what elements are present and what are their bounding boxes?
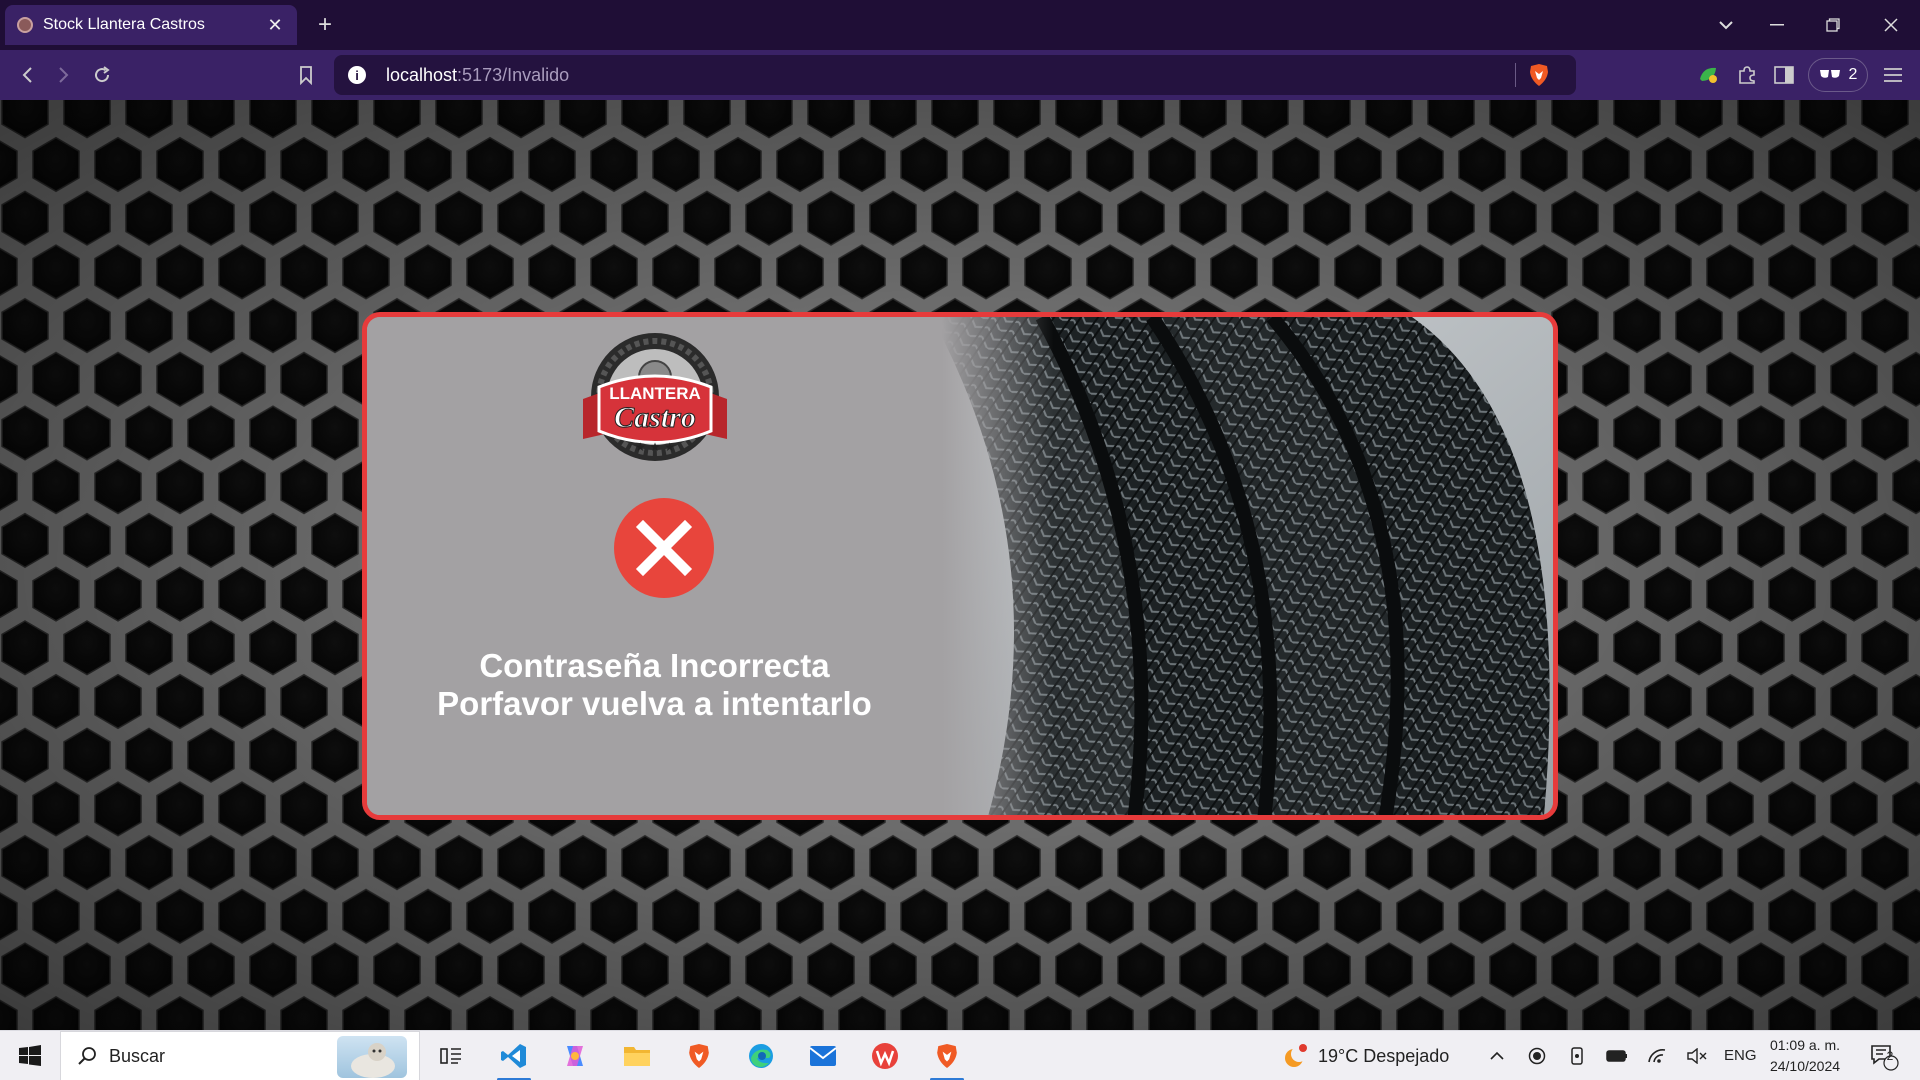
address-bar[interactable]: i localhost:5173/Invalido	[334, 55, 1576, 95]
menu-hamburger-icon[interactable]	[1878, 60, 1908, 90]
notification-center-icon[interactable]: 2	[1864, 1031, 1904, 1080]
clock-time: 01:09 a. m.	[1769, 1037, 1841, 1053]
edge-taskbar-icon[interactable]	[736, 1031, 786, 1080]
tab-search-chevron-icon[interactable]	[1711, 10, 1741, 40]
copilot-taskbar-icon[interactable]	[550, 1031, 600, 1080]
extension-leaf-icon[interactable]	[1693, 60, 1723, 90]
error-x-icon	[614, 498, 714, 598]
bookmark-icon[interactable]	[291, 60, 321, 90]
brave-taskbar-icon[interactable]	[674, 1031, 724, 1080]
wifi-icon[interactable]	[1642, 1031, 1672, 1080]
url-host: localhost	[386, 64, 458, 85]
error-message: Contraseña Incorrecta Porfavor vuelva a …	[367, 647, 942, 723]
llantera-castro-logo: LLANTERA Castro ★ ★ ★	[583, 333, 727, 461]
clock-date: 24/10/2024	[1769, 1058, 1841, 1074]
address-divider	[1515, 63, 1516, 87]
forward-arrow-icon[interactable]	[49, 60, 79, 90]
back-arrow-icon[interactable]	[12, 60, 42, 90]
error-panel: LLANTERA Castro ★ ★ ★ Contraseña Incorre…	[367, 317, 942, 815]
brave-active-taskbar-icon[interactable]	[922, 1031, 972, 1080]
browser-tab-bar: Stock Llantera Castros ✕ +	[0, 0, 1920, 50]
wallet-glasses-icon	[1819, 66, 1841, 84]
svg-text:★ ★ ★: ★ ★ ★	[635, 440, 675, 454]
weather-sun-moon-icon	[1282, 1042, 1310, 1070]
new-tab-plus-icon[interactable]: +	[312, 11, 338, 38]
windows-taskbar: Buscar 19°C Despejado ENG 01:09 a. m. 24…	[0, 1030, 1920, 1080]
error-message-title: Contraseña Incorrecta	[479, 647, 830, 684]
logo-main-text: Castro	[614, 401, 696, 434]
volume-muted-icon[interactable]	[1682, 1031, 1712, 1080]
brave-shields-icon[interactable]	[1528, 63, 1550, 87]
wallet-button[interactable]: 2	[1808, 58, 1868, 92]
file-explorer-taskbar-icon[interactable]	[612, 1031, 662, 1080]
minimize-icon[interactable]	[1762, 10, 1792, 40]
wallet-badge-count: 2	[1848, 66, 1858, 83]
wps-office-taskbar-icon[interactable]	[860, 1031, 910, 1080]
tires-photo	[942, 317, 1553, 815]
page-content: LLANTERA Castro ★ ★ ★ Contraseña Incorre…	[0, 100, 1920, 1030]
close-window-icon[interactable]	[1876, 10, 1906, 40]
reload-icon[interactable]	[87, 60, 117, 90]
site-info-icon[interactable]: i	[348, 66, 366, 84]
show-hidden-icons-chevron-icon[interactable]	[1482, 1031, 1512, 1080]
battery-icon[interactable]	[1602, 1031, 1632, 1080]
task-view-icon[interactable]	[428, 1031, 474, 1080]
browser-tab-active[interactable]: Stock Llantera Castros ✕	[5, 5, 297, 45]
tab-title: Stock Llantera Castros	[43, 16, 205, 33]
browser-toolbar: i localhost:5173/Invalido 2	[0, 50, 1920, 100]
url-path: :5173/Invalido	[457, 64, 570, 85]
tab-close-icon[interactable]: ✕	[265, 15, 285, 35]
error-message-subtitle: Porfavor vuelva a intentarlo	[437, 685, 872, 722]
taskbar-search[interactable]: Buscar	[60, 1031, 420, 1080]
language-indicator[interactable]: ENG	[1724, 1047, 1757, 1064]
system-clock[interactable]: 01:09 a. m. 24/10/2024	[1760, 1035, 1850, 1077]
search-highlight-image	[337, 1036, 407, 1078]
restore-icon[interactable]	[1818, 10, 1848, 40]
sidebar-toggle-icon[interactable]	[1769, 60, 1799, 90]
search-icon	[77, 1046, 97, 1066]
mail-taskbar-icon[interactable]	[798, 1031, 848, 1080]
device-connect-icon[interactable]	[1562, 1031, 1592, 1080]
weather-text: 19°C Despejado	[1318, 1045, 1450, 1066]
tab-favicon-icon	[17, 17, 33, 33]
tires-image	[942, 317, 1553, 815]
weather-widget[interactable]: 19°C Despejado	[1282, 1031, 1449, 1080]
windows-start-icon[interactable]	[10, 1031, 50, 1080]
error-card: LLANTERA Castro ★ ★ ★ Contraseña Incorre…	[362, 312, 1558, 820]
vscode-taskbar-icon[interactable]	[489, 1031, 539, 1080]
record-icon[interactable]	[1522, 1031, 1552, 1080]
search-placeholder: Buscar	[109, 1045, 166, 1066]
extensions-puzzle-icon[interactable]	[1732, 60, 1762, 90]
notification-count: 2	[1886, 1049, 1894, 1063]
